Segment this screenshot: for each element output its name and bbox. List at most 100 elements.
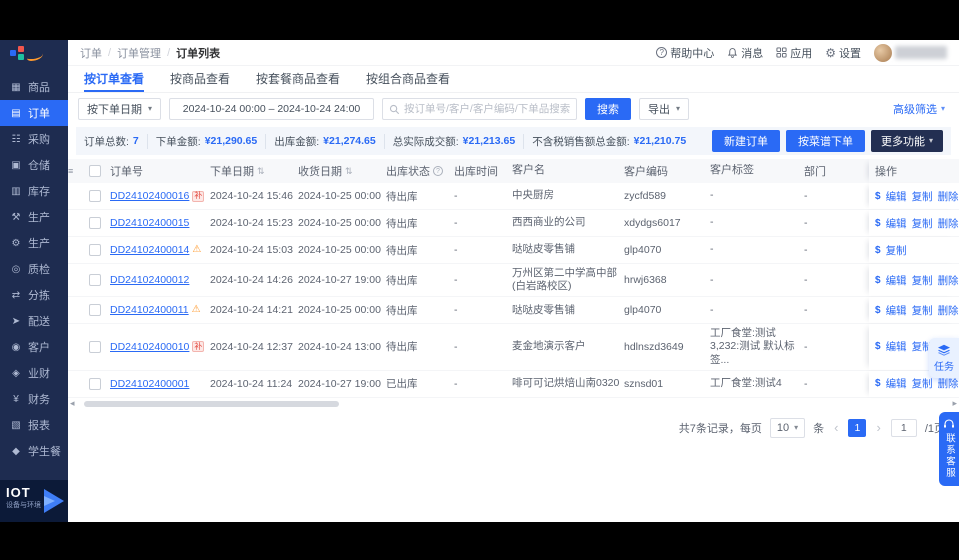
row-action-link[interactable]: 编辑 <box>886 376 907 391</box>
order-number-link[interactable]: DD24102400015 <box>110 217 189 229</box>
sidebar-item-student-meals[interactable]: ◆ 学生餐 <box>0 438 68 464</box>
info-icon[interactable]: ? <box>433 166 443 176</box>
sidebar-item-sorting[interactable]: ⇄ 分拣 <box>0 282 68 308</box>
contact-service-button[interactable]: 联系客服 <box>939 412 959 486</box>
prev-page-button[interactable]: ‹ <box>832 421 840 434</box>
search-input[interactable] <box>404 103 571 115</box>
row-checkbox[interactable] <box>89 244 101 256</box>
row-action-link[interactable]: 编辑 <box>886 189 907 204</box>
row-action-link[interactable]: 删除 <box>938 273 959 288</box>
tab-by-combo-goods[interactable]: 按组合商品查看 <box>366 66 450 92</box>
sidebar-item-finance[interactable]: ¥ 财务 <box>0 386 68 412</box>
sidebar-item-warehouse[interactable]: ▣ 仓储 <box>0 152 68 178</box>
messages-button[interactable]: 消息 <box>727 45 763 61</box>
table-row[interactable]: DD24102400015 2024-10-24 15:23 2024-10-2… <box>68 210 959 237</box>
row-checkbox[interactable] <box>89 217 101 229</box>
date-range-input[interactable]: 2024-10-24 00:00 – 2024-10-24 24:00 <box>169 98 375 120</box>
row-checkbox[interactable] <box>89 190 101 202</box>
search-box[interactable] <box>382 98 578 120</box>
sidebar-item-production-1[interactable]: ⚒ 生产 <box>0 204 68 230</box>
breadcrumb-item[interactable]: 订单 <box>80 45 102 61</box>
price-icon[interactable]: $ <box>875 218 881 229</box>
scroll-right-icon[interactable]: ▸ <box>952 398 957 409</box>
price-icon[interactable]: $ <box>875 275 881 286</box>
sidebar-item-orders[interactable]: ▤ 订单 <box>0 100 68 126</box>
more-functions-button[interactable]: 更多功能 ▾ <box>870 130 943 152</box>
column-receive-date[interactable]: 收货日期 ⇅ <box>298 163 386 179</box>
sidebar-item-reports[interactable]: ▧ 报表 <box>0 412 68 438</box>
price-icon[interactable]: $ <box>875 341 881 352</box>
sidebar-item-biz-finance[interactable]: ◈ 业财 <box>0 360 68 386</box>
advanced-filter-button[interactable]: 高级筛选 ▾ <box>893 101 949 117</box>
row-action-link[interactable]: 复制 <box>912 273 933 288</box>
row-checkbox[interactable] <box>89 274 101 287</box>
sidebar-item-goods[interactable]: ▦ 商品 <box>0 74 68 100</box>
price-icon[interactable]: $ <box>875 191 881 202</box>
row-action-link[interactable]: 删除 <box>938 303 959 318</box>
table-row[interactable]: DD24102400016 补 2024-10-24 15:46 2024-10-… <box>68 183 959 210</box>
order-number-link[interactable]: DD24102400011 <box>110 304 189 316</box>
search-button[interactable]: 搜索 <box>585 98 632 120</box>
order-number-link[interactable]: DD24102400016 <box>110 190 189 202</box>
row-action-link[interactable]: 删除 <box>938 189 959 204</box>
sidebar-item-inventory[interactable]: ▥ 库存 <box>0 178 68 204</box>
price-icon[interactable]: $ <box>875 378 881 389</box>
tab-by-package-goods[interactable]: 按套餐商品查看 <box>256 66 340 92</box>
horizontal-scrollbar[interactable]: ◂ ▸ <box>68 398 959 409</box>
column-order-date[interactable]: 下单日期 ⇅ <box>210 163 298 179</box>
tab-by-goods[interactable]: 按商品查看 <box>170 66 230 92</box>
row-action-link[interactable]: 复制 <box>912 303 933 318</box>
page-jump-input[interactable] <box>890 418 917 437</box>
sort-icon[interactable]: ⇅ <box>257 166 265 177</box>
sidebar-item-customers[interactable]: ◉ 客户 <box>0 334 68 360</box>
order-by-recipe-button[interactable]: 按菜谱下单 <box>785 130 865 152</box>
scrollbar-thumb[interactable] <box>84 400 339 407</box>
order-number-link[interactable]: DD24102400010 <box>110 341 189 353</box>
row-action-link[interactable]: 复制 <box>886 243 907 258</box>
row-action-link[interactable]: 编辑 <box>886 303 907 318</box>
user-account[interactable] <box>874 43 947 62</box>
page-size-select[interactable]: 10 ▾ <box>769 417 806 438</box>
sidebar-item-delivery[interactable]: ➤ 配送 <box>0 308 68 334</box>
row-action-link[interactable]: 删除 <box>938 376 959 391</box>
row-action-link[interactable]: 编辑 <box>886 339 907 354</box>
order-number-link[interactable]: DD24102400001 <box>110 378 189 390</box>
table-row[interactable]: DD24102400011 ⚠ 2024-10-24 14:21 2024-10-… <box>68 297 959 325</box>
order-number-link[interactable]: DD24102400014 <box>110 244 189 256</box>
row-action-link[interactable]: 复制 <box>912 189 933 204</box>
sidebar-item-production-2[interactable]: ⚙ 生产 <box>0 230 68 256</box>
table-row[interactable]: DD24102400014 ⚠ 2024-10-24 15:03 2024-10-… <box>68 237 959 264</box>
breadcrumb-item[interactable]: 订单管理 <box>117 45 161 61</box>
price-icon[interactable]: $ <box>875 245 881 256</box>
apps-button[interactable]: 应用 <box>776 45 812 61</box>
price-icon[interactable]: $ <box>875 305 881 316</box>
row-checkbox[interactable] <box>89 304 101 317</box>
export-button[interactable]: 导出 ▾ <box>639 98 690 120</box>
tab-by-order[interactable]: 按订单查看 <box>84 66 145 92</box>
row-action-link[interactable]: 复制 <box>912 376 933 391</box>
breadcrumb-item[interactable]: 订单列表 <box>176 45 220 61</box>
create-order-button[interactable]: 新建订单 <box>711 130 780 152</box>
row-action-link[interactable]: 复制 <box>912 216 933 231</box>
current-page-button[interactable]: 1 <box>848 418 867 437</box>
table-row[interactable]: DD24102400012 2024-10-24 14:26 2024-10-2… <box>68 264 959 298</box>
iot-logo[interactable]: IOT 设备与环境 <box>0 480 68 522</box>
sidebar-item-quality[interactable]: ◎ 质检 <box>0 256 68 282</box>
sidebar-item-purchase[interactable]: ☷ 采购 <box>0 126 68 152</box>
expand-all-icon[interactable]: ≡ <box>68 166 73 176</box>
row-action-link[interactable]: 编辑 <box>886 273 907 288</box>
scroll-left-icon[interactable]: ◂ <box>70 398 75 409</box>
row-checkbox[interactable] <box>89 377 101 390</box>
sort-icon[interactable]: ⇅ <box>345 166 353 177</box>
row-checkbox[interactable] <box>89 340 101 353</box>
table-row[interactable]: DD24102400010 补 2024-10-24 12:37 2024-10-… <box>68 324 959 371</box>
table-row[interactable]: DD24102400001 2024-10-24 11:24 2024-10-2… <box>68 370 959 398</box>
task-panel-button[interactable]: 任务 <box>929 338 959 378</box>
select-all-checkbox[interactable] <box>89 165 101 177</box>
date-type-select[interactable]: 按下单日期 ▾ <box>78 98 162 120</box>
next-page-button[interactable]: › <box>874 421 882 434</box>
row-action-link[interactable]: 编辑 <box>886 216 907 231</box>
settings-button[interactable]: ⚙ 设置 <box>825 45 861 61</box>
column-order-no[interactable]: 订单号 <box>110 163 210 179</box>
order-number-link[interactable]: DD24102400012 <box>110 274 189 286</box>
